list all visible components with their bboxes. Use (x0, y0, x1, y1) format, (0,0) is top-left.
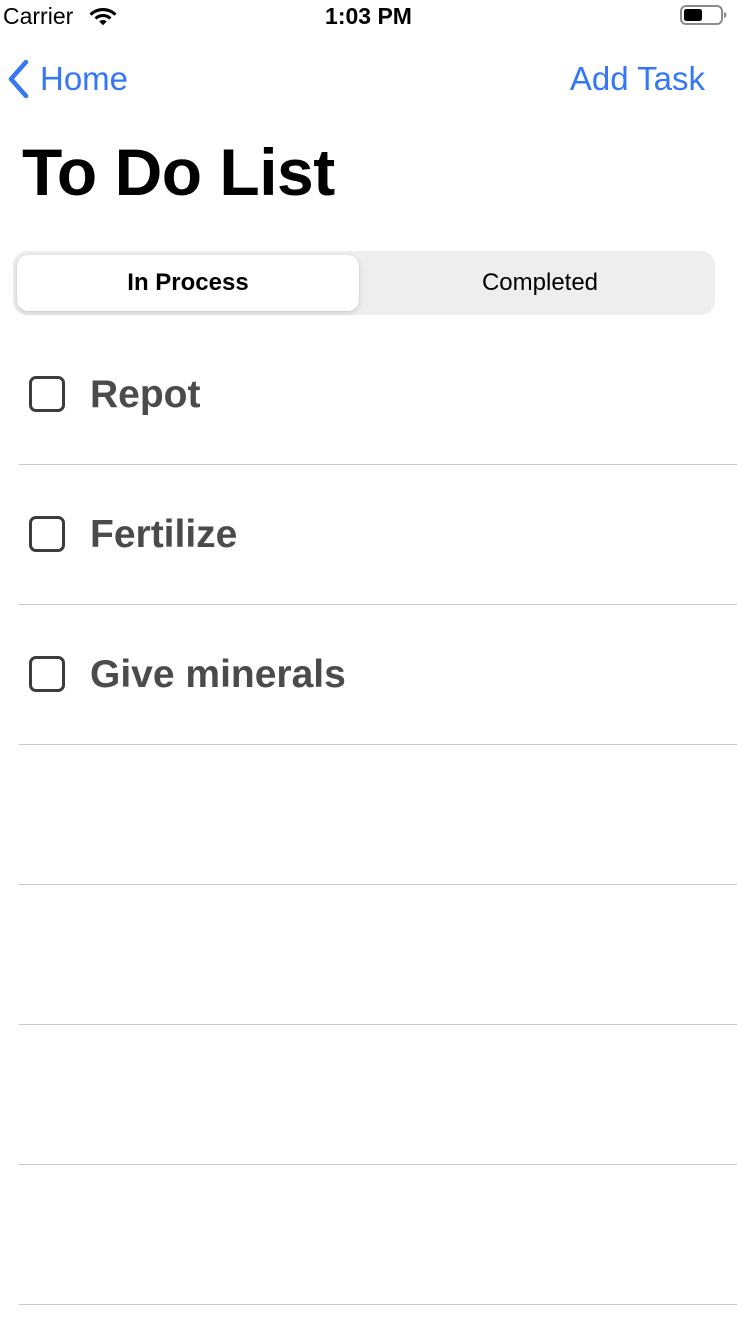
back-button-label: Home (40, 60, 129, 97)
segment-in-process[interactable]: In Process (17, 255, 359, 311)
back-button[interactable]: Home (6, 56, 128, 102)
add-task-button[interactable]: Add Task (570, 56, 705, 102)
chevron-left-icon (8, 59, 29, 99)
empty-row (0, 1025, 737, 1165)
segment-completed[interactable]: Completed (369, 255, 711, 311)
task-row[interactable]: Fertilize (0, 465, 737, 605)
task-checkbox[interactable] (29, 656, 65, 692)
task-checkbox[interactable] (29, 376, 65, 412)
task-label: Give minerals (90, 653, 346, 696)
empty-row (0, 1165, 737, 1305)
task-list: Repot Fertilize Give minerals (0, 325, 737, 1305)
task-row[interactable]: Give minerals (0, 605, 737, 745)
task-row[interactable]: Repot (0, 325, 737, 465)
task-checkbox[interactable] (29, 516, 65, 552)
status-bar: Carrier 1:03 PM (0, 0, 737, 32)
task-label: Fertilize (90, 513, 238, 556)
page-title: To Do List (22, 135, 335, 209)
empty-row (0, 885, 737, 1025)
task-label: Repot (90, 373, 201, 416)
segment-in-process-label: In Process (127, 269, 249, 296)
segmented-control: In Process Completed (13, 251, 715, 315)
battery-icon (680, 5, 727, 25)
clock: 1:03 PM (325, 3, 412, 29)
segment-completed-label: Completed (481, 269, 599, 296)
empty-row (0, 745, 737, 885)
